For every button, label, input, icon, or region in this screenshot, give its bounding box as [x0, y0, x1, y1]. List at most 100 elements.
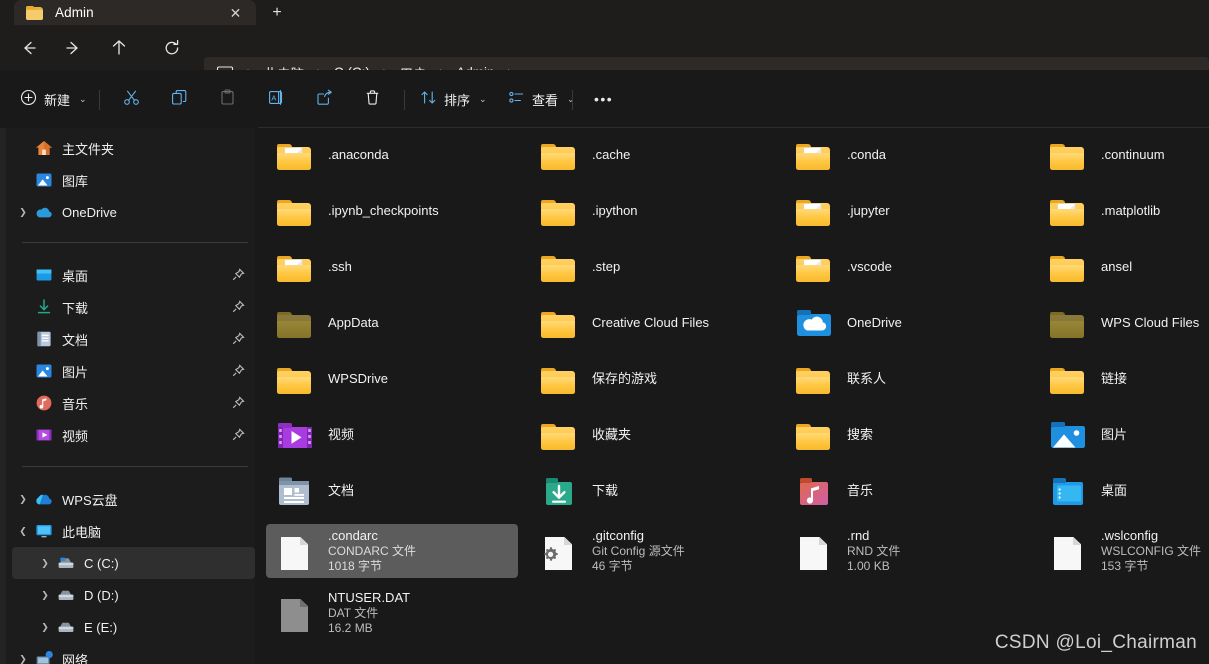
file-item[interactable]: .vscode — [785, 244, 1023, 290]
pin-icon[interactable] — [232, 332, 245, 345]
file-item[interactable]: Creative Cloud Files — [530, 300, 768, 346]
file-item[interactable]: .continuum — [1039, 132, 1209, 178]
sidebar-item-drive-c[interactable]: ❯ C (C:) — [12, 547, 255, 579]
music-icon — [34, 393, 54, 413]
sort-button[interactable]: 排序 ⌄ — [414, 84, 493, 114]
chevron-placeholder — [12, 132, 34, 164]
new-tab-button[interactable]: + — [262, 2, 292, 24]
sidebar-item-label: 下载 — [62, 300, 89, 316]
chevron-right-icon[interactable]: ❯ — [12, 643, 34, 664]
sidebar-item-home[interactable]: 主文件夹 — [12, 132, 255, 164]
back-icon[interactable] — [14, 33, 44, 63]
close-icon[interactable]: ✕ — [227, 4, 244, 21]
sidebar-item-music[interactable]: 音乐 — [12, 387, 255, 419]
delete-button[interactable] — [358, 84, 387, 114]
file-item[interactable]: .ipynb_checkpoints — [266, 188, 504, 234]
file-item[interactable]: .gitconfig Git Config 源文件 46 字节 — [530, 524, 782, 578]
chevron-right-icon[interactable]: ❯ — [34, 611, 56, 643]
file-item[interactable]: .conda — [785, 132, 1023, 178]
pictures-folder-icon — [1049, 416, 1087, 454]
file-list-view: .anaconda .cache .conda .continuum .ipyn… — [258, 128, 1209, 664]
chevron-right-icon[interactable]: ❯ — [12, 196, 34, 228]
file-item[interactable]: 链接 — [1039, 356, 1209, 402]
file-item[interactable]: 下载 — [530, 468, 768, 514]
file-name: 视频 — [328, 427, 355, 442]
file-item[interactable]: 文档 — [266, 468, 504, 514]
sidebar-item-network[interactable]: ❯ 网络 — [12, 643, 255, 664]
file-item[interactable]: .wslconfig WSLCONFIG 文件 153 字节 — [1039, 524, 1209, 578]
paste-button[interactable] — [213, 84, 242, 114]
sidebar-item-downloads[interactable]: 下载 — [12, 291, 255, 323]
file-item[interactable]: 音乐 — [785, 468, 1023, 514]
copy-button[interactable] — [165, 84, 194, 114]
sidebar-item-onedrive[interactable]: ❯ OneDrive — [12, 196, 255, 228]
tab-admin[interactable]: Admin ✕ — [14, 0, 256, 25]
view-label: 查看 — [532, 92, 559, 108]
pin-icon[interactable] — [232, 396, 245, 409]
file-item[interactable]: AppData — [266, 300, 504, 346]
sidebar-item-drive-d[interactable]: ❯ D (D:) — [12, 579, 255, 611]
sidebar-item-videos[interactable]: 视频 — [12, 419, 255, 451]
chevron-right-icon[interactable]: ❯ — [34, 547, 56, 579]
file-item[interactable]: WPSDrive — [266, 356, 504, 402]
desktop-icon — [34, 265, 54, 285]
chevron-down-icon: ⌄ — [479, 93, 487, 104]
file-name: 收藏夹 — [592, 427, 632, 442]
file-type: CONDARC 文件 — [328, 544, 417, 558]
new-label: 新建 — [44, 92, 71, 108]
file-item[interactable]: NTUSER.DAT DAT 文件 16.2 MB — [266, 586, 518, 640]
sidebar-divider — [22, 466, 248, 467]
tab-title: Admin — [55, 5, 94, 20]
file-item[interactable]: .jupyter — [785, 188, 1023, 234]
pin-icon[interactable] — [232, 300, 245, 313]
sidebar-item-label: 视频 — [62, 428, 89, 444]
wps-cloud-icon — [34, 489, 54, 509]
file-item[interactable]: WPS Cloud Files — [1039, 300, 1209, 346]
sidebar-item-wps-cloud[interactable]: ❯ WPS云盘 — [12, 483, 255, 515]
file-item[interactable]: .matplotlib — [1039, 188, 1209, 234]
folder-hidden-icon — [1049, 304, 1087, 342]
file-gray-icon — [276, 594, 314, 632]
file-item[interactable]: .step — [530, 244, 768, 290]
chevron-right-icon[interactable]: ❯ — [12, 483, 34, 515]
file-item[interactable]: .anaconda — [266, 132, 504, 178]
file-item[interactable]: .condarc CONDARC 文件 1018 字节 — [266, 524, 518, 578]
chevron-right-icon[interactable]: ❯ — [34, 579, 56, 611]
file-item[interactable]: 桌面 — [1039, 468, 1209, 514]
sidebar-item-desktop[interactable]: 桌面 — [12, 259, 255, 291]
file-item[interactable]: 收藏夹 — [530, 412, 768, 458]
sidebar-item-documents[interactable]: 文档 — [12, 323, 255, 355]
file-item[interactable]: ansel — [1039, 244, 1209, 290]
file-item[interactable]: .ipython — [530, 188, 768, 234]
refresh-icon[interactable] — [157, 33, 187, 63]
folder-icon — [540, 360, 578, 398]
share-button[interactable] — [310, 84, 339, 114]
onedrive-folder-icon — [795, 304, 833, 342]
forward-icon[interactable] — [58, 33, 88, 63]
file-item[interactable]: 图片 — [1039, 412, 1209, 458]
pin-icon[interactable] — [232, 268, 245, 281]
file-item[interactable]: .ssh — [266, 244, 504, 290]
cut-button[interactable] — [117, 84, 146, 114]
sidebar-item-drive-e[interactable]: ❯ E (E:) — [12, 611, 255, 643]
view-button[interactable]: 查看 ⌄ — [502, 84, 581, 114]
new-button[interactable]: 新建 ⌄ — [14, 84, 93, 114]
file-item[interactable]: 视频 — [266, 412, 504, 458]
up-icon[interactable] — [104, 33, 134, 63]
sidebar-item-gallery[interactable]: 图库 — [12, 164, 255, 196]
more-options-button[interactable]: ••• — [588, 84, 619, 114]
pin-icon[interactable] — [232, 364, 245, 377]
file-item[interactable]: 搜索 — [785, 412, 1023, 458]
pin-icon[interactable] — [232, 428, 245, 441]
file-item[interactable]: OneDrive — [785, 300, 1023, 346]
file-item[interactable]: .cache — [530, 132, 768, 178]
sidebar-item-label: D (D:) — [84, 587, 119, 603]
chevron-down-icon[interactable]: ❮ — [12, 515, 34, 547]
file-explorer-window: Admin ✕ + 新建 ⌄ A 排序 ⌄ 查看 ⌄ ••• 主文件夹 图库 ❯… — [0, 0, 1209, 664]
file-item[interactable]: 联系人 — [785, 356, 1023, 402]
sidebar-item-pictures[interactable]: 图片 — [12, 355, 255, 387]
rename-button[interactable]: A — [261, 84, 290, 114]
sidebar-item-this-pc[interactable]: ❮ 此电脑 — [12, 515, 255, 547]
file-item[interactable]: .rnd RND 文件 1.00 KB — [785, 524, 1037, 578]
file-item[interactable]: 保存的游戏 — [530, 356, 768, 402]
